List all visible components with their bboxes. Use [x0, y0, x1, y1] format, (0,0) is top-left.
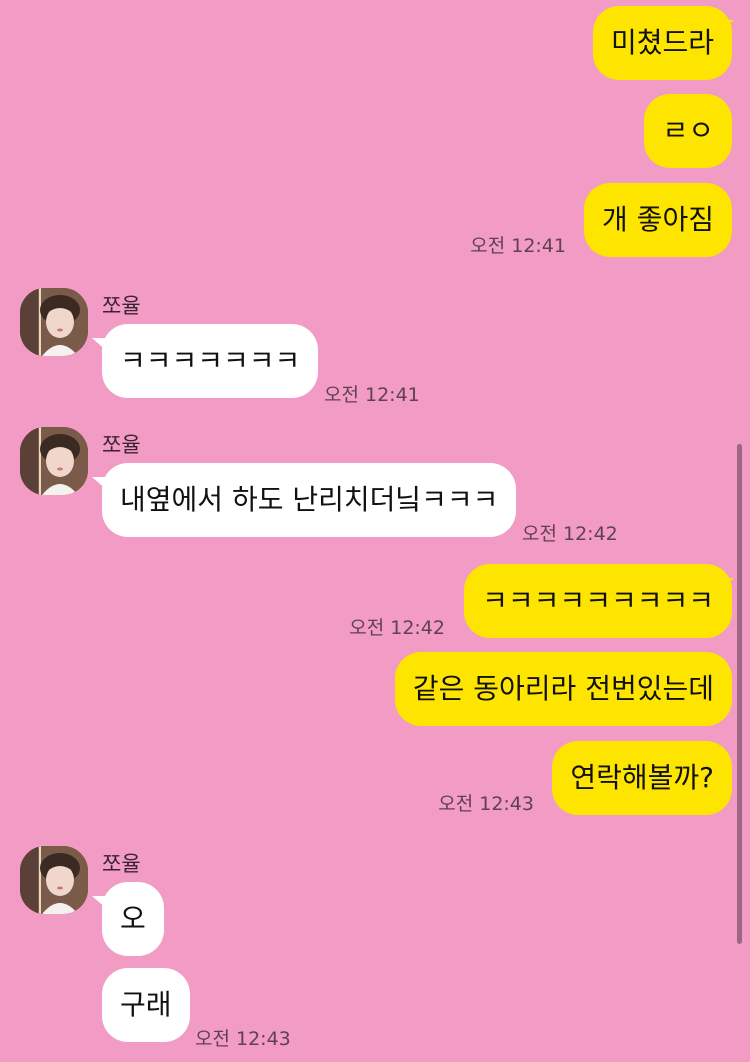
message-text: 구래 — [120, 988, 172, 1021]
message-bubble-incoming[interactable]: 구래 — [102, 968, 190, 1042]
message-timestamp: 오전 12:41 — [470, 235, 566, 257]
message-bubble-incoming[interactable]: ㅋㅋㅋㅋㅋㅋㅋ — [102, 324, 319, 398]
bubble-tail — [92, 338, 108, 352]
message-bubble-incoming[interactable]: 내옆에서 하도 난리치더닠ㅋㅋㅋ — [102, 463, 517, 537]
bubble-tail — [92, 896, 108, 910]
message-bubble-outgoing[interactable]: 개 좋아짐 — [584, 183, 732, 257]
message-text: 오 — [120, 902, 146, 935]
sender-name: 쪼율 — [102, 294, 141, 318]
chat-area[interactable]: 미쳤드라 ㄹㅇ 개 좋아짐 오전 12:41 쪼율 ㅋㅋㅋㅋㅋㅋㅋ 오전 12:… — [0, 0, 750, 1062]
message-timestamp: 오전 12:43 — [438, 793, 534, 815]
bubble-tail — [92, 477, 108, 491]
contact-avatar[interactable] — [20, 846, 88, 914]
message-bubble-outgoing[interactable]: 같은 동아리라 전번있는데 — [394, 652, 732, 726]
message-bubble-outgoing[interactable]: ㄹㅇ — [644, 94, 732, 168]
message-bubble-outgoing[interactable]: ㅋㅋㅋㅋㅋㅋㅋㅋㅋ — [464, 564, 732, 638]
message-timestamp: 오전 12:41 — [324, 384, 420, 406]
message-text: 내옆에서 하도 난리치더닠ㅋㅋㅋ — [120, 483, 499, 516]
message-timestamp: 오전 12:42 — [522, 523, 618, 545]
profile-photo-icon — [20, 288, 88, 356]
message-timestamp: 오전 12:42 — [349, 617, 445, 639]
sender-name: 쪼율 — [102, 433, 141, 457]
bubble-tail — [718, 20, 734, 34]
contact-avatar[interactable] — [20, 288, 88, 356]
profile-photo-icon — [20, 427, 88, 495]
sender-name: 쪼율 — [102, 852, 141, 876]
scrollbar[interactable] — [737, 444, 742, 944]
message-text: ㅋㅋㅋㅋㅋㅋㅋㅋㅋ — [482, 584, 714, 617]
message-text: 같은 동아리라 전번있는데 — [412, 672, 714, 705]
message-timestamp: 오전 12:43 — [195, 1028, 291, 1050]
contact-avatar[interactable] — [20, 427, 88, 495]
message-bubble-outgoing[interactable]: 미쳤드라 — [592, 6, 732, 80]
message-text: ㅋㅋㅋㅋㅋㅋㅋ — [120, 344, 301, 377]
message-text: 연락해볼까? — [570, 761, 714, 794]
message-bubble-outgoing[interactable]: 연락해볼까? — [552, 741, 732, 815]
message-text: ㄹㅇ — [662, 114, 714, 147]
bubble-tail — [718, 578, 734, 592]
profile-photo-icon — [20, 846, 88, 914]
message-bubble-incoming[interactable]: 오 — [102, 882, 164, 956]
message-text: 개 좋아짐 — [602, 203, 714, 236]
message-text: 미쳤드라 — [610, 26, 714, 59]
